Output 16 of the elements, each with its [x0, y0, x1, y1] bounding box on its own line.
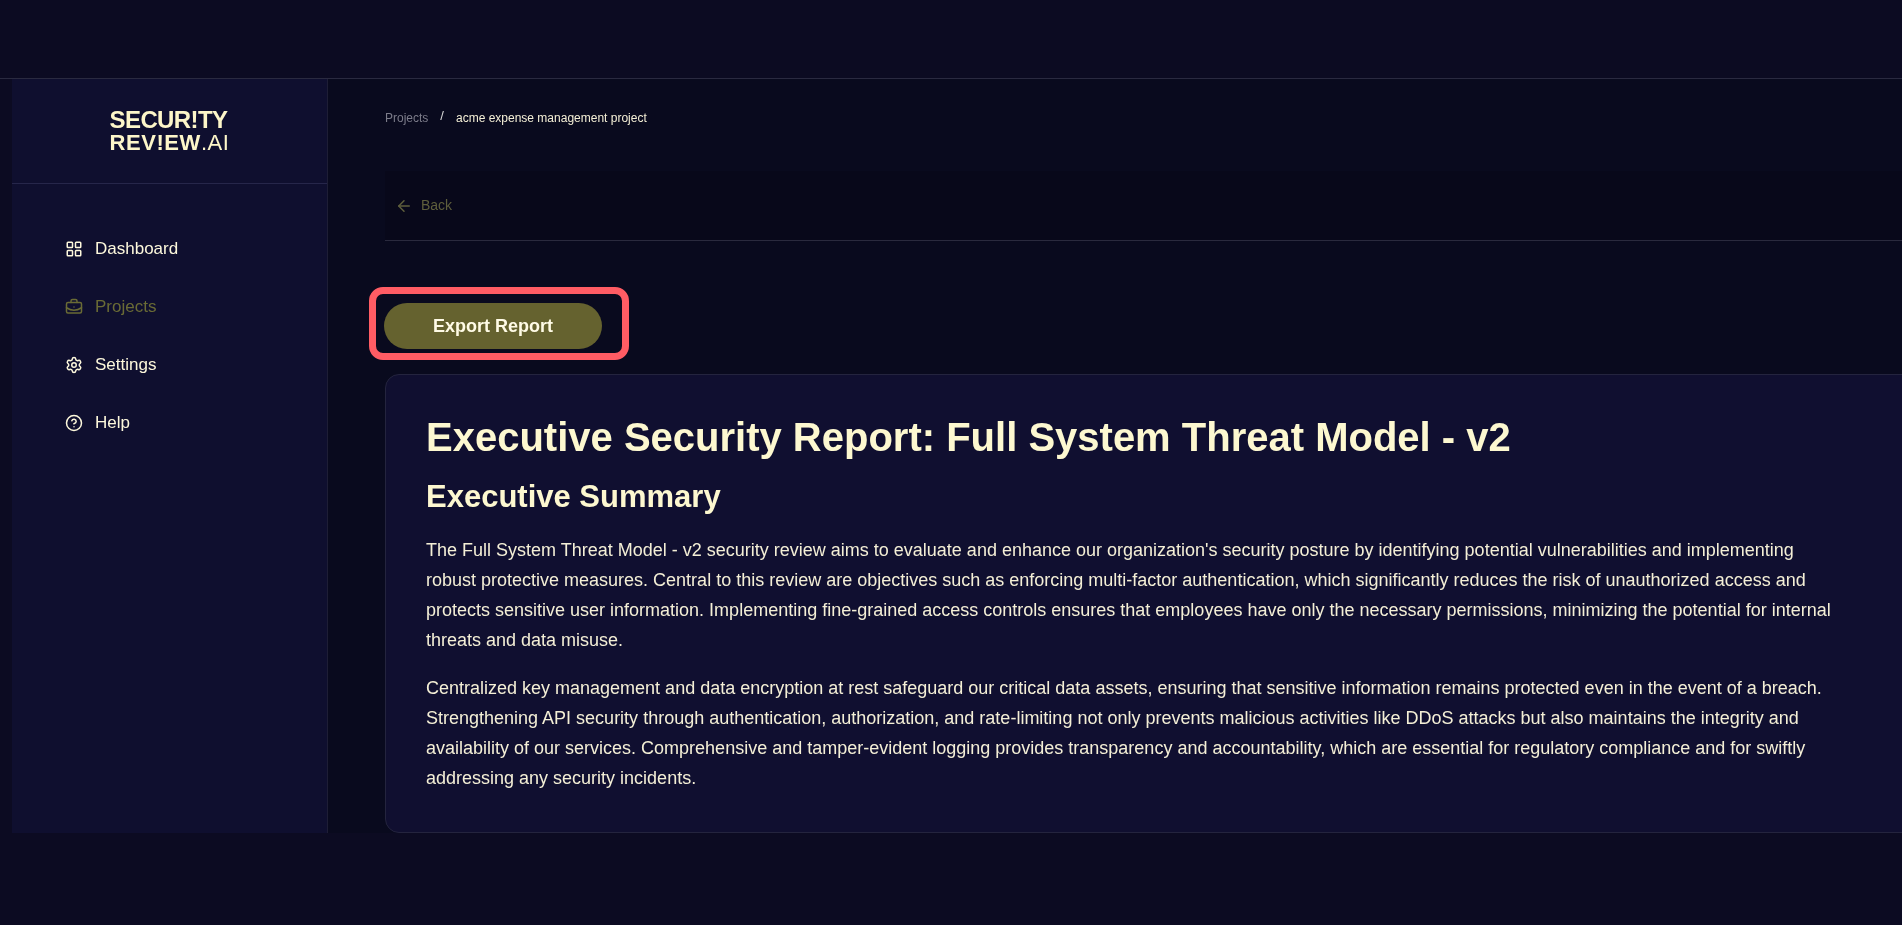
sidebar-item[interactable]: Settings: [65, 349, 157, 381]
export-report-button[interactable]: Export Report: [384, 303, 602, 349]
briefcase-icon: [65, 298, 83, 316]
breadcrumb-separator: /: [440, 107, 444, 125]
sidebar-item[interactable]: Dashboard: [65, 233, 179, 265]
report-title: Executive Security Report: Full System Threat Model - v2: [426, 414, 1512, 461]
sidebar-item[interactable]: Help: [65, 407, 130, 439]
help-icon: [65, 414, 83, 432]
breadcrumb-link[interactable]: Projects: [385, 109, 429, 127]
settings-icon: [65, 356, 83, 374]
breadcrumb-current[interactable]: acme expense management project: [456, 109, 647, 127]
paragraph: Centralized key management and data encryption at rest safeguard our critical data assets, ensuring that sensitive information remains protected even in the event of a breach. Strengthening API security through authentication, authorization, and rate-limiting not only prevents malicious activities like DDoS attacks but also maintains the integrity and availability of our services. Comprehensive and tamper-evident logging provides transparency and accountability, which are essential for regulatory compliance and for swiftly addressing any security incidents.: [426, 677, 1823, 791]
logo: SECUR!TY REV!EW.AI: [109, 108, 230, 154]
paragraph: The Full System Threat Model - v2 security review aims to evaluate and enhance our organization's security posture by identifying potential vulnerabilities and implementing robust protective measures. Central to this review are objectives such as enforcing multi-factor authentication, which significantly reduces the risk of unauthorized access and protects sensitive user information. Implementing fine-grained access controls ensures that employees have only the necessary permissions, minimizing the potential for internal threats and data misuse.: [426, 539, 1832, 653]
section-heading: Executive Summary: [426, 478, 722, 516]
grid-icon: [65, 240, 83, 258]
